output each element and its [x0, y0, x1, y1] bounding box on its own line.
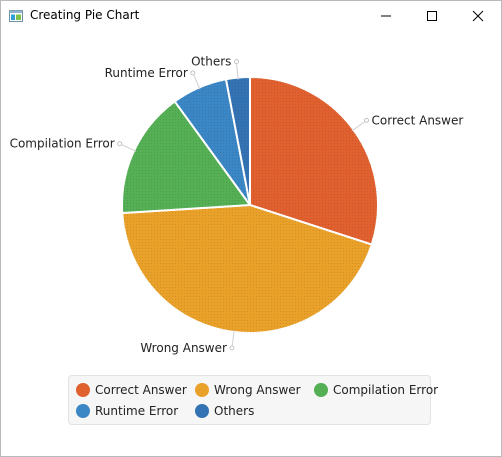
minimize-button[interactable] [363, 1, 409, 31]
legend-item-wrong-answer[interactable]: Wrong Answer [195, 381, 301, 399]
pie-label-correct-answer: Correct Answer [372, 113, 464, 127]
legend-item-others[interactable]: Others [195, 402, 254, 420]
chart-legend: Correct Answer Wrong Answer Compilation … [68, 375, 438, 425]
close-button[interactable] [455, 1, 501, 31]
label-leader-line [351, 119, 367, 132]
legend-label: Correct Answer [95, 383, 187, 397]
label-leader-dot [233, 59, 239, 65]
pie-label-others: Others [191, 55, 231, 69]
pie-slices [121, 75, 379, 334]
label-leader-line [192, 72, 201, 90]
legend-swatch [195, 404, 209, 418]
app-window-icon [9, 10, 23, 22]
label-leader-dot [229, 345, 235, 351]
label-leader-dot [117, 141, 123, 147]
label-leader-dot [190, 70, 196, 76]
legend-swatch [76, 404, 90, 418]
pie-chart: Correct Answer Wrong Answer Compilation Er… [10, 55, 464, 355]
maximize-button[interactable] [409, 1, 455, 31]
legend-label: Runtime Error [95, 404, 179, 418]
pie-label-runtime-error: Runtime Error [105, 66, 188, 80]
app-window: Creating Pie Chart Correct Answer Wrong A… [0, 0, 502, 457]
legend-swatch [314, 383, 328, 397]
legend-swatch [195, 383, 209, 397]
legend-label: Compilation Error [333, 383, 439, 397]
title-bar[interactable]: Creating Pie Chart [1, 1, 501, 32]
window-title: Creating Pie Chart [30, 8, 140, 22]
legend-label: Wrong Answer [214, 383, 301, 397]
maximize-icon [427, 11, 437, 21]
legend-swatch [76, 383, 90, 397]
pie-label-wrong-answer: Wrong Answer [140, 341, 227, 355]
label-leader-line [119, 143, 137, 152]
minimize-icon [381, 15, 391, 17]
label-leader-dot [364, 117, 369, 123]
legend-item-runtime-error[interactable]: Runtime Error [76, 402, 178, 420]
legend-item-compilation-error[interactable]: Compilation Error [314, 381, 438, 399]
pie-label-compilation-error: Compilation Error [10, 137, 115, 151]
legend-item-correct-answer[interactable]: Correct Answer [76, 381, 187, 399]
close-icon [472, 10, 484, 22]
legend-label: Others [214, 404, 255, 418]
